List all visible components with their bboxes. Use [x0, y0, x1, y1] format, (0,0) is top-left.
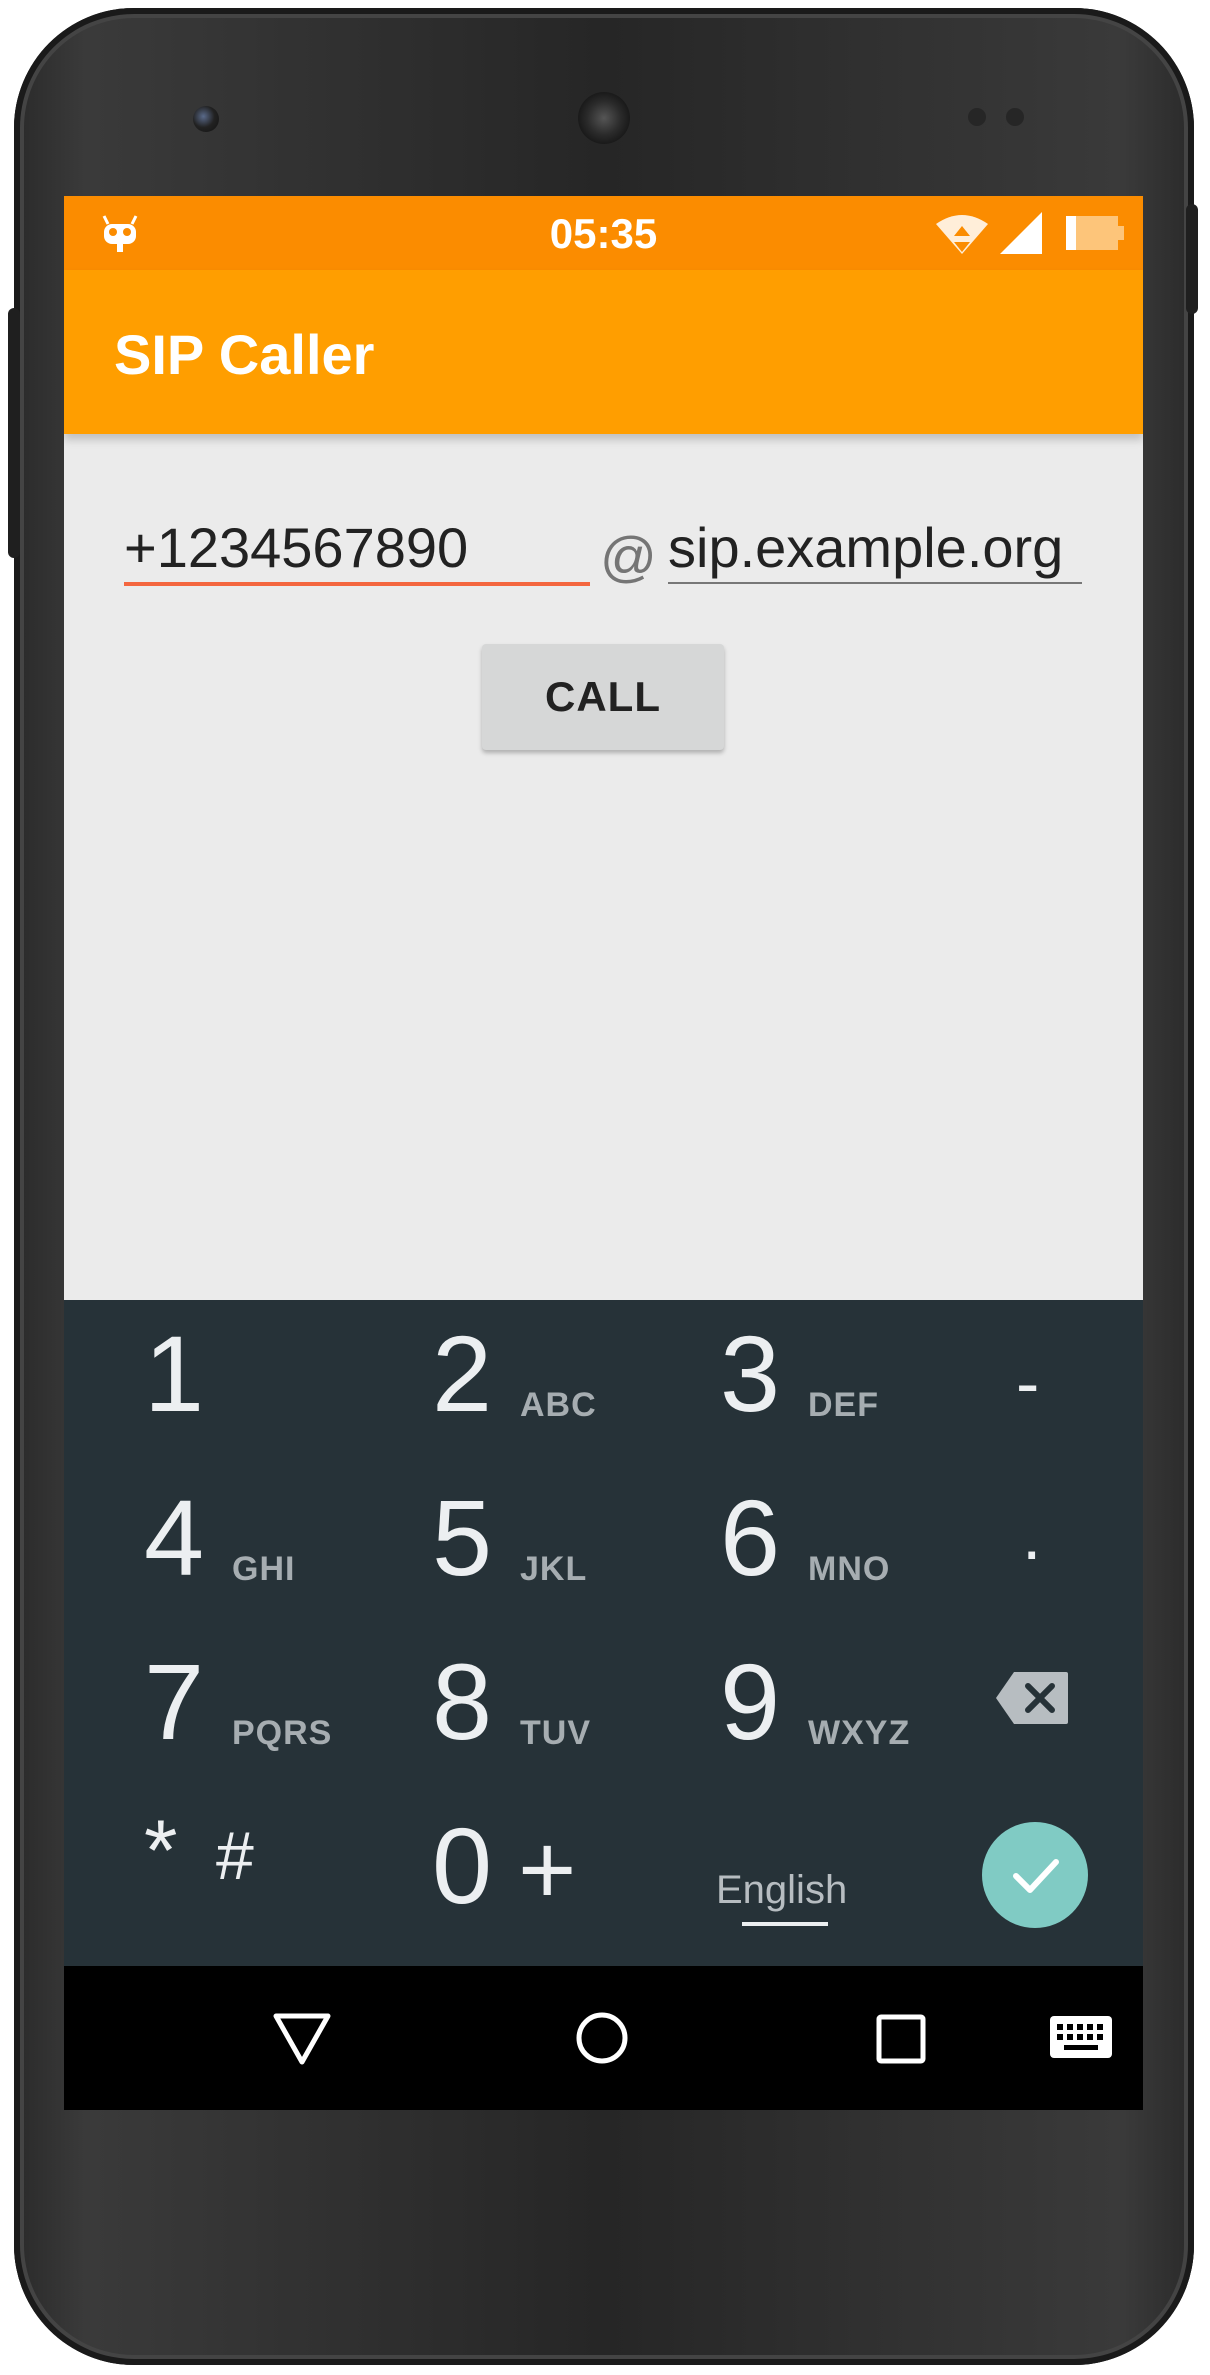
key-digit: 2	[432, 1313, 493, 1434]
key-9[interactable]: 9 WXYZ	[640, 1628, 909, 1788]
checkmark-icon	[982, 1859, 1088, 1932]
key-plus[interactable]: +	[518, 1820, 576, 1920]
key-5[interactable]: 5 JKL	[352, 1464, 612, 1624]
language-label[interactable]: English	[716, 1868, 847, 1913]
key-letters: WXYZ	[808, 1714, 911, 1752]
back-icon[interactable]	[272, 2010, 332, 2071]
key-hash[interactable]: #	[216, 1822, 254, 1890]
volume-button	[8, 308, 20, 558]
proximity-sensor	[968, 108, 986, 126]
wifi-icon	[934, 212, 990, 261]
key-letters: ABC	[520, 1386, 597, 1424]
key-dash[interactable]: -	[1016, 1348, 1039, 1418]
key-letters: MNO	[808, 1550, 891, 1588]
key-1[interactable]: 1	[64, 1300, 324, 1460]
key-letters: GHI	[232, 1550, 296, 1588]
key-star[interactable]: *	[144, 1808, 177, 1894]
key-8[interactable]: 8 TUV	[352, 1628, 612, 1788]
key-digit: 8	[432, 1641, 493, 1762]
navigation-bar	[64, 1966, 1143, 2110]
domain-input[interactable]	[668, 512, 1082, 584]
key-digit: 1	[144, 1313, 205, 1434]
key-letters: PQRS	[232, 1714, 333, 1752]
home-icon[interactable]	[574, 2010, 630, 2071]
key-digit: 3	[720, 1313, 781, 1434]
battery-icon	[1066, 216, 1124, 255]
key-digit: 6	[720, 1477, 781, 1598]
signal-icon	[998, 210, 1044, 261]
number-input[interactable]	[124, 512, 590, 586]
key-dot[interactable]: .	[1022, 1500, 1041, 1570]
key-0[interactable]: 0	[432, 1812, 492, 1920]
key-3[interactable]: 3 DEF	[640, 1300, 900, 1460]
key-digit: 5	[432, 1477, 493, 1598]
at-symbol: @	[600, 525, 657, 588]
screen: 05:35 SIP Caller @ CALL 1	[64, 196, 1143, 2110]
earpiece	[578, 92, 630, 144]
key-7[interactable]: 7 PQRS	[64, 1628, 331, 1788]
keyboard-icon[interactable]	[1050, 2016, 1112, 2063]
key-6[interactable]: 6 MNO	[640, 1464, 900, 1624]
backspace-icon[interactable]	[994, 1670, 1070, 1731]
key-4[interactable]: 4 GHI	[64, 1464, 324, 1624]
app-bar: SIP Caller	[64, 270, 1143, 434]
numeric-keyboard: 1 2 ABC 3 DEF - 4 GHI 5 JKL 6 MNO . 7 PQ…	[64, 1300, 1143, 1966]
app-title: SIP Caller	[114, 323, 375, 386]
status-bar: 05:35	[64, 196, 1143, 270]
light-sensor	[1006, 108, 1024, 126]
language-indicator	[742, 1922, 828, 1926]
key-letters: TUV	[520, 1714, 591, 1752]
front-camera	[193, 106, 219, 132]
recents-icon[interactable]	[876, 2014, 926, 2069]
key-digit: 7	[144, 1641, 205, 1762]
call-button[interactable]: CALL	[482, 644, 724, 750]
done-button[interactable]	[982, 1822, 1088, 1928]
key-letters: JKL	[520, 1550, 588, 1588]
key-digit: 4	[144, 1477, 205, 1598]
key-2[interactable]: 2 ABC	[352, 1300, 612, 1460]
key-letters: DEF	[808, 1386, 879, 1424]
key-digit: 9	[720, 1641, 781, 1762]
power-button	[1186, 204, 1198, 314]
